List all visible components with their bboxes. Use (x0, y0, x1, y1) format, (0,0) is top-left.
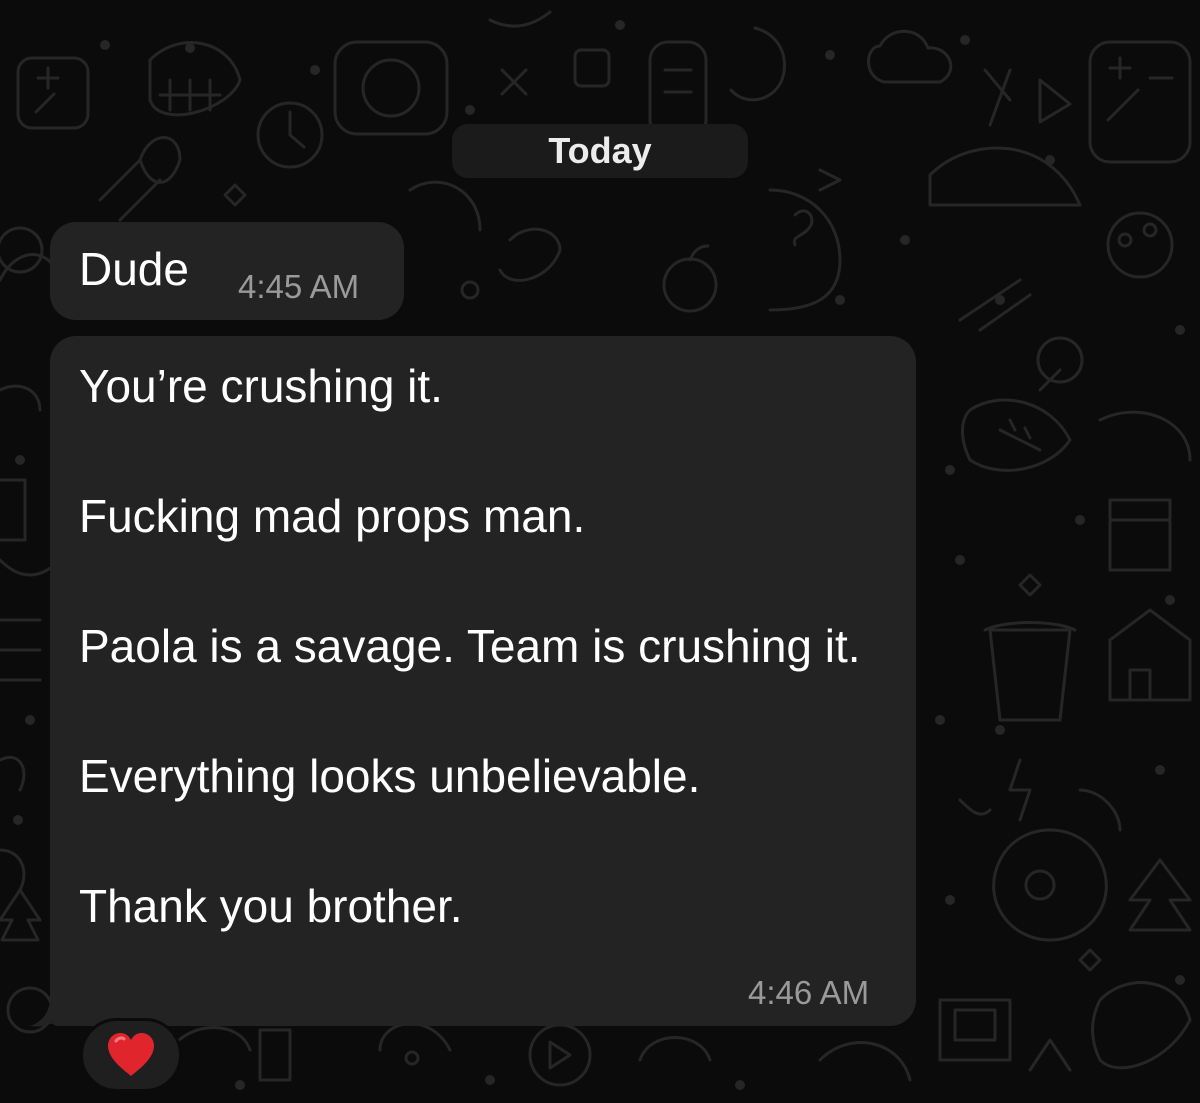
message-paragraph: You’re crushing it. (79, 360, 443, 412)
message-body: You’re crushing it. Fucking mad props ma… (79, 354, 889, 938)
incoming-message-bubble[interactable]: You’re crushing it. Fucking mad props ma… (50, 336, 916, 1026)
message-timestamp: 4:46 AM (748, 974, 870, 1011)
message-text: Dude (79, 243, 189, 295)
message-paragraph: Fucking mad props man. (79, 490, 586, 542)
date-separator-label: Today (548, 130, 652, 171)
message-paragraph: Everything looks unbelievable. (79, 750, 701, 802)
message-paragraph: Thank you brother. (79, 880, 463, 932)
red-heart-icon (108, 1033, 154, 1076)
message-paragraph: Paola is a savage. Team is crushing it. (79, 620, 861, 672)
date-separator-today: Today (452, 124, 748, 178)
message-reaction[interactable] (80, 1018, 182, 1092)
message-timestamp: 4:45 AM (238, 268, 360, 305)
